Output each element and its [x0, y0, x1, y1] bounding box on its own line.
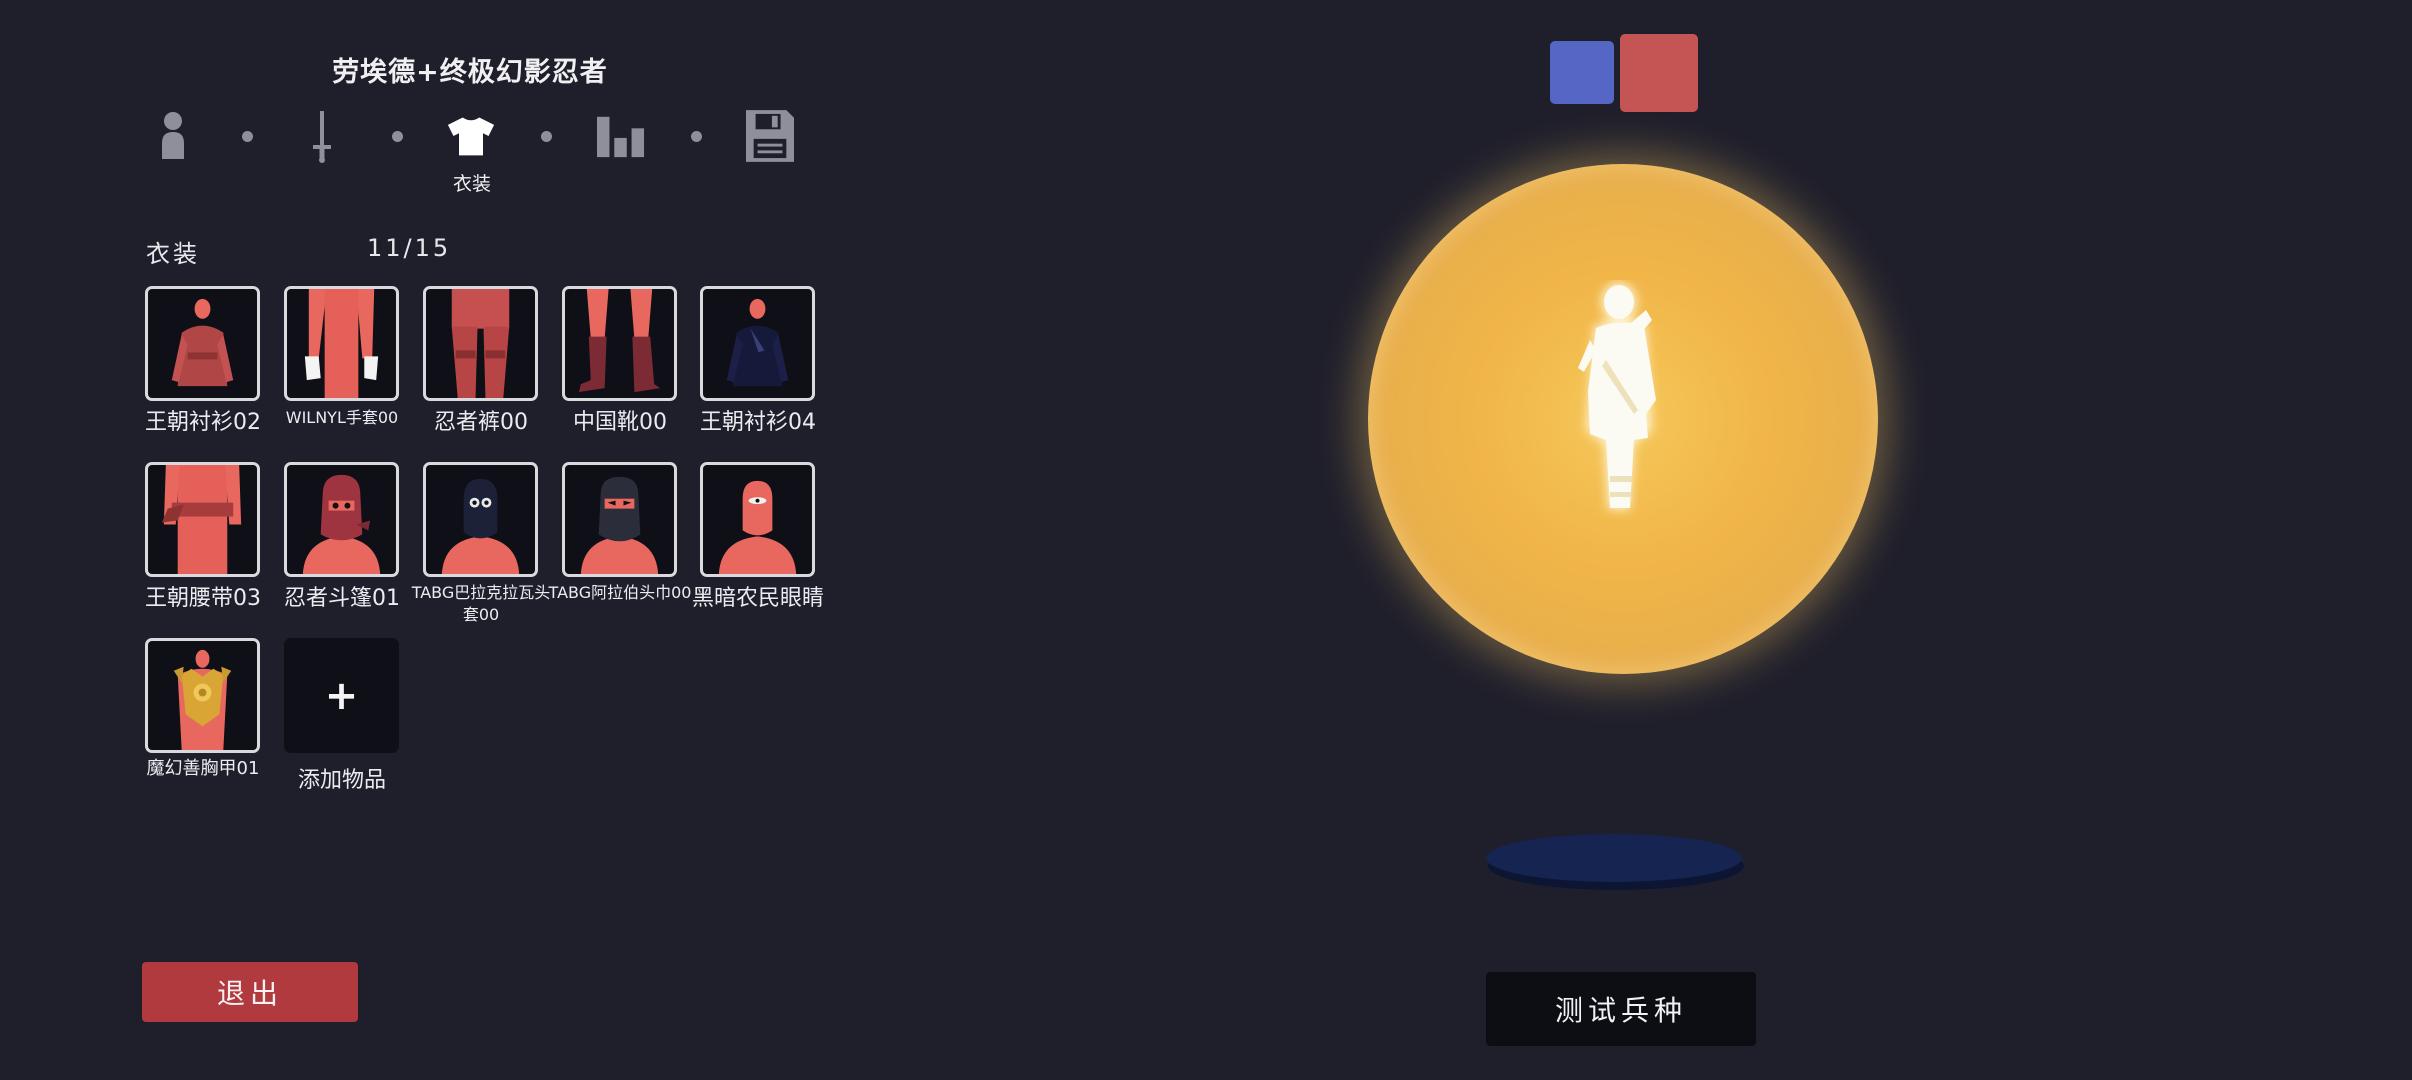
clothing-item-tile[interactable]	[284, 462, 399, 577]
clothing-item-tile[interactable]	[423, 462, 538, 577]
clothing-item-tile[interactable]	[145, 638, 260, 753]
step-stats[interactable]	[597, 106, 645, 166]
clothing-item-label: 中国靴00	[573, 410, 667, 435]
step-divider-dot	[691, 131, 702, 142]
step-weapons[interactable]	[298, 106, 346, 166]
clothing-item-label: 忍者斗篷01	[284, 586, 400, 611]
clothing-item-tile[interactable]	[145, 462, 260, 577]
unit-pedestal	[1486, 834, 1744, 890]
team-red-swatch[interactable]	[1620, 34, 1698, 112]
clothing-item-label: TABG阿拉伯头巾00	[548, 583, 692, 602]
team-blue-swatch[interactable]	[1550, 41, 1614, 104]
pants-preview-icon	[451, 289, 510, 398]
step-unit[interactable]	[149, 106, 197, 166]
clothing-item-tile[interactable]	[145, 286, 260, 401]
clothing-item-tile[interactable]	[700, 462, 815, 577]
floppy-disk-icon	[746, 110, 794, 162]
chestplate-preview-icon	[173, 649, 232, 750]
section-title: 衣装	[146, 240, 200, 268]
clothing-item-label: 王朝腰带03	[145, 586, 261, 611]
add-item-button[interactable]: +	[284, 638, 399, 753]
boots-preview-icon	[578, 289, 661, 393]
step-save[interactable]	[746, 106, 794, 166]
eyes-preview-icon	[718, 480, 797, 574]
clothing-item-label: 魔幻善胸甲01	[146, 758, 260, 779]
step-clothing[interactable]	[447, 106, 495, 166]
bar-chart-icon	[597, 116, 645, 158]
clothing-item-label: 黑暗农民眼睛	[691, 586, 824, 611]
plus-icon: +	[324, 672, 359, 719]
shirt-icon	[447, 117, 495, 156]
step-divider-dot	[541, 131, 552, 142]
belt-preview-icon	[161, 465, 242, 574]
balaclava-preview-icon	[441, 478, 520, 574]
clothing-item-tile[interactable]	[562, 462, 677, 577]
gloves-preview-icon	[304, 289, 379, 398]
person-icon	[162, 112, 184, 159]
step-divider-dot	[392, 131, 403, 142]
ninja-unit-figure	[1578, 282, 1656, 510]
shirt-preview-icon	[726, 298, 789, 387]
active-step-label: 衣装	[452, 173, 491, 195]
shirt-preview-icon	[171, 298, 234, 387]
clothing-item-tile[interactable]	[562, 286, 677, 401]
exit-button[interactable]: 退出	[142, 962, 358, 1022]
unit-name-title: 劳埃德+终极幻影忍者	[332, 57, 608, 88]
item-count: 11/15	[367, 234, 452, 262]
clothing-item-tile[interactable]	[423, 286, 538, 401]
clothing-item-label: TABG巴拉克拉瓦头套00	[411, 583, 551, 624]
add-item-label: 添加物品	[297, 768, 386, 793]
clothing-item-label: 忍者裤00	[434, 410, 528, 435]
step-divider-dot	[242, 131, 253, 142]
clothing-item-label: WILNYL手套00	[285, 408, 399, 427]
clothing-item-label: 王朝衬衫04	[700, 410, 816, 435]
clothing-item-label: 王朝衬衫02	[145, 410, 261, 435]
clothing-item-tile[interactable]	[700, 286, 815, 401]
headscarf-preview-icon	[580, 476, 659, 574]
test-unit-button[interactable]: 测试兵种	[1486, 972, 1756, 1046]
clothing-item-tile[interactable]	[284, 286, 399, 401]
sword-icon	[313, 111, 331, 163]
hood-preview-icon	[302, 474, 381, 574]
